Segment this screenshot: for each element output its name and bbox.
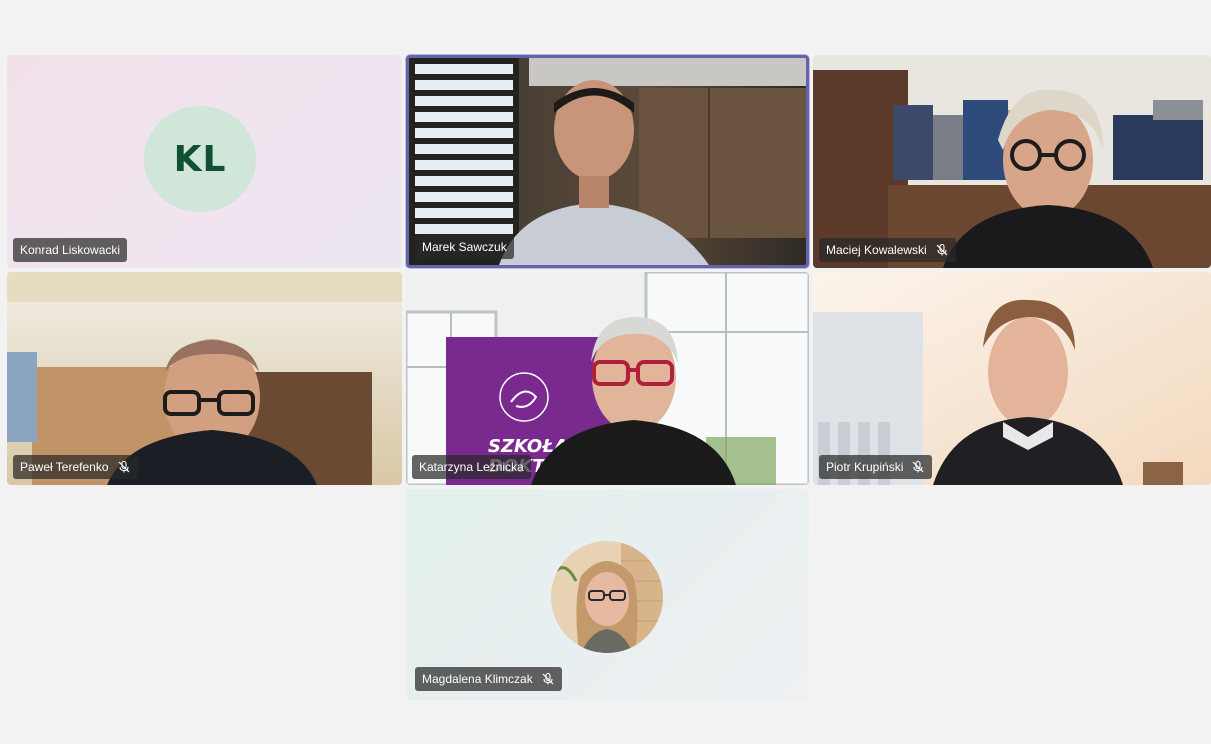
avatar-initials: KL xyxy=(144,106,256,212)
participant-tile-konrad[interactable]: KL Konrad Liskowacki xyxy=(7,55,402,268)
mic-off-icon xyxy=(912,460,924,473)
participant-nameplate: Konrad Liskowacki xyxy=(13,238,128,262)
video-feed: SZKOŁA DOKTOR xyxy=(406,272,809,485)
participant-nameplate: Magdalena Klimczak xyxy=(415,667,562,691)
participant-name: Piotr Krupiński xyxy=(826,460,904,474)
video-feed xyxy=(7,272,402,485)
participant-tile-magdalena[interactable]: Magdalena Klimczak xyxy=(406,489,809,700)
participant-nameplate: Paweł Terefenko xyxy=(13,455,138,479)
video-feed xyxy=(813,272,1211,485)
video-feed xyxy=(409,58,806,265)
participant-name: Konrad Liskowacki xyxy=(20,243,121,257)
participant-nameplate: Katarzyna Leźnicka xyxy=(412,455,531,479)
mic-off-icon xyxy=(542,672,554,685)
participant-tile-marek[interactable]: Marek Sawczuk xyxy=(406,55,809,268)
participant-name: Paweł Terefenko xyxy=(20,460,109,474)
meeting-stage: KL Konrad Liskowacki Marek Sawczuk Macie… xyxy=(0,0,1211,744)
participant-name: Magdalena Klimczak xyxy=(422,672,533,686)
participant-nameplate: Marek Sawczuk xyxy=(415,235,514,259)
video-feed xyxy=(813,55,1211,268)
participant-tile-pawel[interactable]: Paweł Terefenko xyxy=(7,272,402,485)
participant-nameplate: Piotr Krupiński xyxy=(819,455,933,479)
mic-off-icon xyxy=(936,243,948,256)
participant-name: Marek Sawczuk xyxy=(422,240,507,254)
participant-name: Maciej Kowalewski xyxy=(826,243,927,257)
mic-off-icon xyxy=(118,460,129,473)
participant-tile-maciej[interactable]: Maciej Kowalewski xyxy=(813,55,1211,268)
avatar xyxy=(551,541,663,653)
participant-tile-katarzyna[interactable]: SZKOŁA DOKTOR Katarzyna Leźnicka xyxy=(406,272,809,485)
participant-nameplate: Maciej Kowalewski xyxy=(819,238,956,262)
participant-tile-piotr[interactable]: Piotr Krupiński xyxy=(813,272,1211,485)
participant-name: Katarzyna Leźnicka xyxy=(419,460,524,474)
